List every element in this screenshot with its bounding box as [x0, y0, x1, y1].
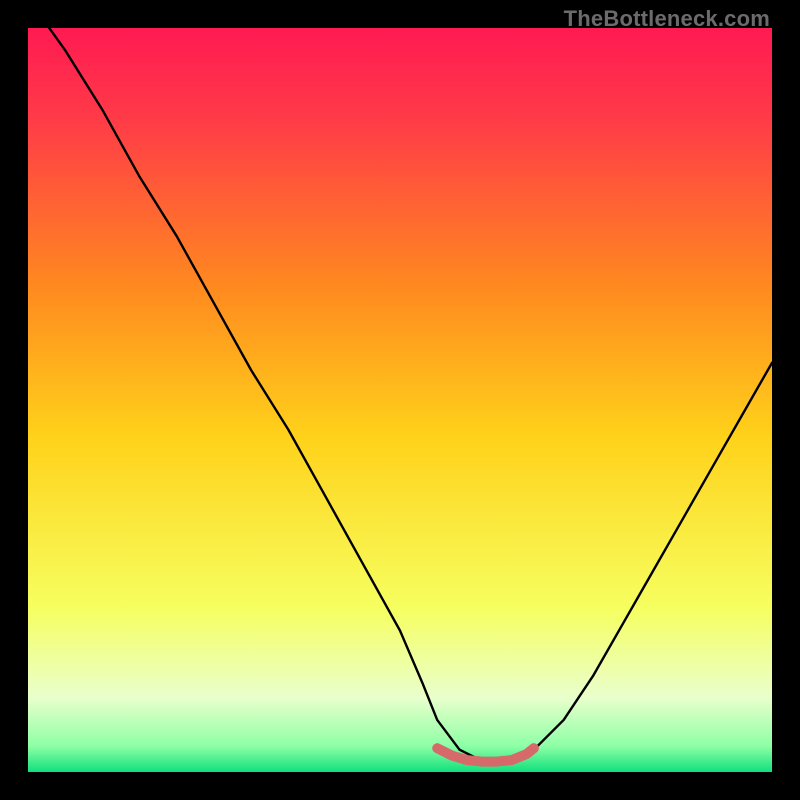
curve-layer	[28, 28, 772, 772]
chart-stage: TheBottleneck.com	[0, 0, 800, 800]
bottleneck-curve	[28, 28, 772, 763]
watermark-text: TheBottleneck.com	[564, 6, 770, 32]
minimum-highlight	[437, 748, 534, 761]
plot-area	[28, 28, 772, 772]
